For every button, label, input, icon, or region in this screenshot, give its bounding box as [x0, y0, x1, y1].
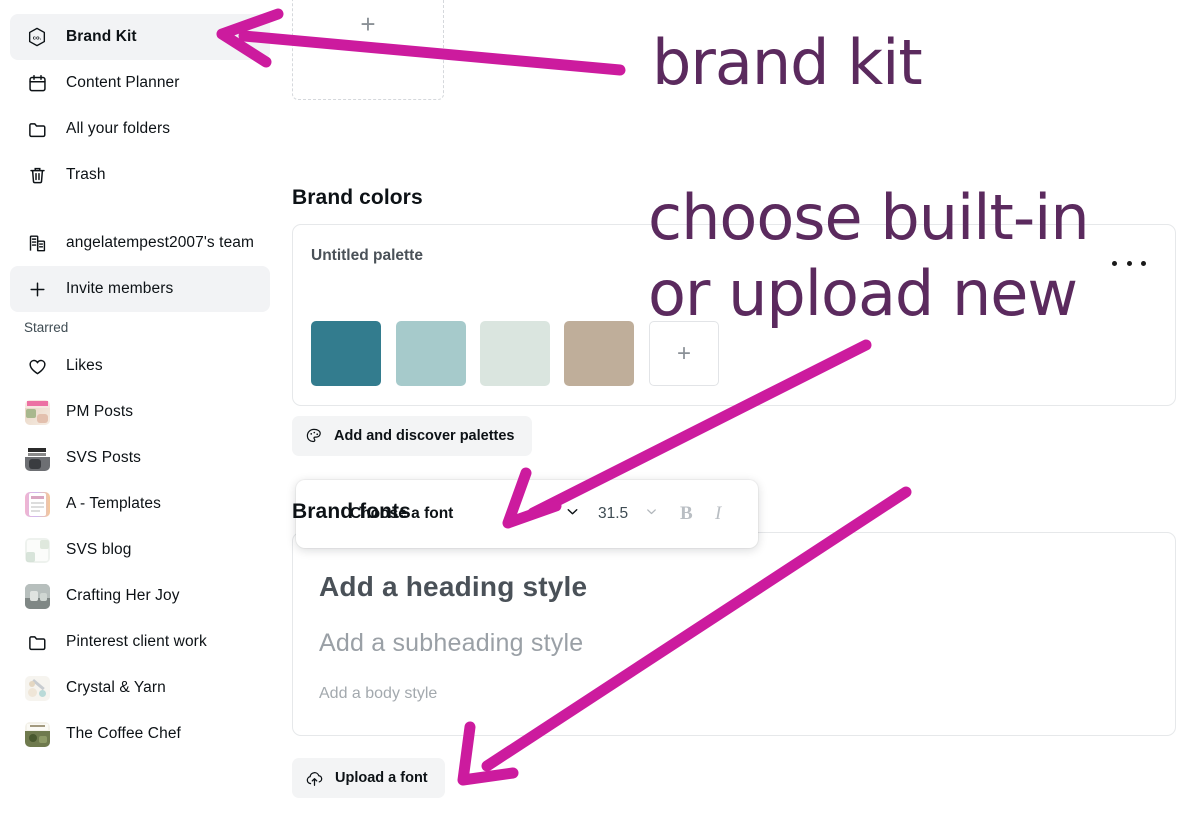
font-size-value[interactable]: 31.5: [598, 505, 628, 523]
body-style-sample[interactable]: Add a body style: [319, 685, 437, 703]
palette-name[interactable]: Untitled palette: [311, 247, 423, 265]
logo-upload-dropzone[interactable]: +: [292, 0, 444, 100]
sidebar-divider-gap: [0, 198, 280, 220]
add-and-discover-palettes-label: Add and discover palettes: [334, 428, 515, 444]
upload-a-font-button[interactable]: Upload a font: [292, 758, 445, 798]
sidebar-item-svs-blog[interactable]: SVS blog: [10, 527, 270, 573]
calendar-icon: [24, 70, 50, 96]
sidebar-item-all-your-folders[interactable]: All your folders: [10, 106, 270, 152]
trash-icon: [24, 162, 50, 188]
brand-fonts-card: Add a heading style Add a subheading sty…: [292, 532, 1176, 736]
dot: [1141, 260, 1146, 266]
sidebar-item-label: Trash: [66, 166, 106, 184]
annotation-choose-fonts-line1: choose built-in: [648, 181, 1090, 254]
sidebar-item-label: Brand Kit: [66, 28, 137, 46]
color-swatch-3[interactable]: [480, 321, 550, 386]
sidebar-item-team[interactable]: angelatempest2007's team: [10, 220, 270, 266]
sidebar-item-label: Invite members: [66, 280, 174, 298]
building-icon: [24, 230, 50, 256]
thumbnail-image: [24, 445, 50, 471]
sidebar: co. Brand Kit Content Planner All your f…: [0, 0, 280, 820]
sidebar-item-content-planner[interactable]: Content Planner: [10, 60, 270, 106]
thumbnail-image: [24, 537, 50, 563]
italic-button[interactable]: I: [715, 503, 721, 525]
color-swatch-2[interactable]: [396, 321, 466, 386]
sidebar-item-svs-posts[interactable]: SVS Posts: [10, 435, 270, 481]
sidebar-item-brand-kit[interactable]: co. Brand Kit: [10, 14, 270, 60]
folder-icon: [24, 629, 50, 655]
sidebar-item-label: PM Posts: [66, 403, 134, 421]
thumbnail-image: [24, 675, 50, 701]
sidebar-item-label: Crafting Her Joy: [66, 587, 180, 605]
sidebar-item-label: Pinterest client work: [66, 633, 207, 651]
sidebar-item-label: angelatempest2007's team: [66, 234, 255, 252]
sidebar-item-crafting-her-joy[interactable]: Crafting Her Joy: [10, 573, 270, 619]
brand-fonts-heading: Brand fonts: [292, 500, 411, 523]
sidebar-item-label: Crystal & Yarn: [66, 679, 166, 697]
brand-colors-heading: Brand colors: [292, 186, 423, 209]
folder-icon: [24, 116, 50, 142]
sidebar-item-pm-posts[interactable]: PM Posts: [10, 389, 270, 435]
main-content: + Brand colors Untitled palette + Add an…: [280, 0, 1200, 820]
thumbnail-image: [24, 399, 50, 425]
brand-kit-hexagon-icon: co.: [24, 24, 50, 50]
dot: [1112, 260, 1117, 266]
sidebar-item-label: A - Templates: [66, 495, 161, 513]
bold-button[interactable]: B: [680, 503, 693, 525]
sidebar-item-label: Content Planner: [66, 74, 180, 92]
sidebar-item-label: The Coffee Chef: [66, 725, 181, 743]
thumbnail-image: [24, 721, 50, 747]
plus-icon: [24, 276, 50, 302]
sidebar-item-pinterest-client-work[interactable]: Pinterest client work: [10, 619, 270, 665]
heart-icon: [24, 353, 50, 379]
annotation-choose-fonts: choose built-in or upload new: [648, 180, 1090, 332]
color-swatch-4[interactable]: [564, 321, 634, 386]
upload-cloud-icon: [305, 769, 324, 788]
thumbnail-image: [24, 583, 50, 609]
palette-icon: [305, 427, 323, 445]
sidebar-item-trash[interactable]: Trash: [10, 152, 270, 198]
palette-more-options-button[interactable]: [1112, 252, 1146, 274]
add-and-discover-palettes-button[interactable]: Add and discover palettes: [292, 416, 532, 456]
heading-style-sample[interactable]: Add a heading style: [319, 571, 587, 603]
color-swatch-1[interactable]: [311, 321, 381, 386]
dot: [1126, 260, 1132, 266]
plus-icon: +: [360, 9, 376, 39]
annotation-choose-fonts-line2: or upload new: [648, 257, 1078, 330]
app-root: co. Brand Kit Content Planner All your f…: [0, 0, 1200, 820]
upload-a-font-label: Upload a font: [335, 770, 428, 786]
chevron-down-icon[interactable]: [564, 503, 581, 525]
sidebar-item-label: SVS blog: [66, 541, 132, 559]
sidebar-item-invite-members[interactable]: Invite members: [10, 266, 270, 312]
annotation-brand-kit: brand kit: [652, 26, 923, 99]
sidebar-item-label: All your folders: [66, 120, 171, 138]
sidebar-item-crystal-and-yarn[interactable]: Crystal & Yarn: [10, 665, 270, 711]
sidebar-item-a-templates[interactable]: A - Templates: [10, 481, 270, 527]
starred-section-label: Starred: [24, 320, 69, 335]
chevron-down-icon[interactable]: [644, 504, 659, 524]
sidebar-item-likes[interactable]: Likes: [10, 343, 270, 389]
subheading-style-sample[interactable]: Add a subheading style: [319, 629, 583, 658]
thumbnail-image: [24, 491, 50, 517]
sidebar-item-label: SVS Posts: [66, 449, 141, 467]
sidebar-item-the-coffee-chef[interactable]: The Coffee Chef: [10, 711, 270, 757]
plus-icon: +: [676, 339, 691, 367]
svg-text:co.: co.: [33, 35, 42, 41]
sidebar-item-label: Likes: [66, 357, 103, 375]
